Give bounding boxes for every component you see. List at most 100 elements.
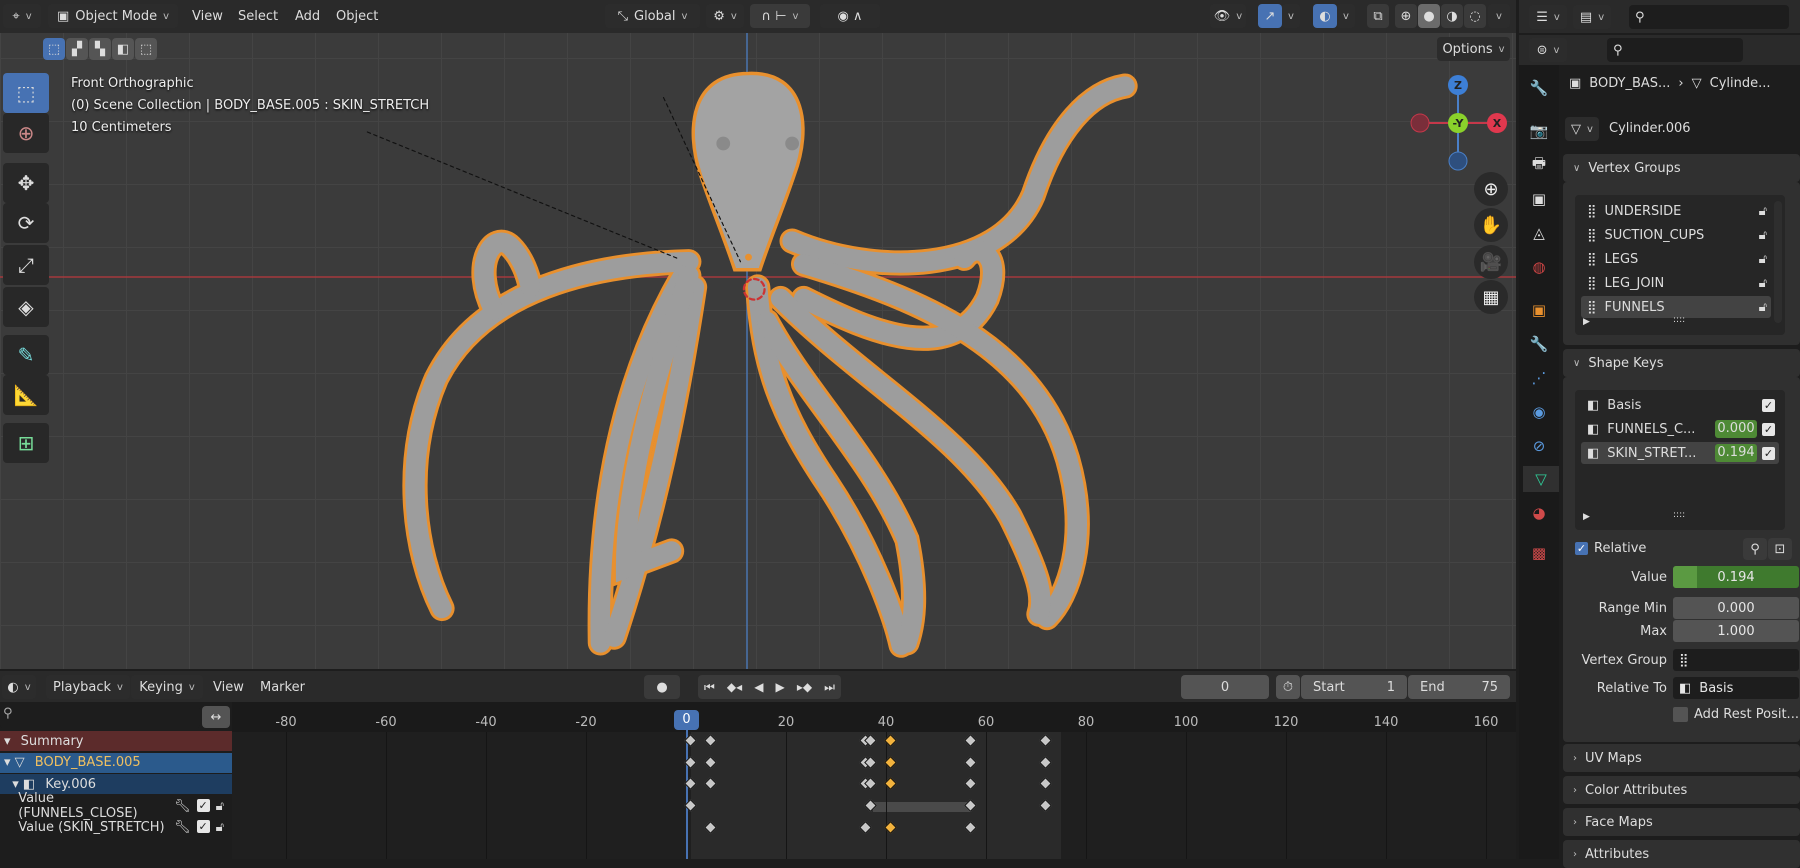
modifier-tab-icon[interactable]: 🔧: [1525, 331, 1553, 357]
properties-editor-type[interactable]: ⊜ v: [1529, 38, 1567, 62]
outliner-search[interactable]: ⚲: [1629, 5, 1789, 29]
range-min-field[interactable]: 0.000: [1673, 597, 1799, 619]
particles-tab-icon[interactable]: ⋰: [1525, 365, 1553, 391]
resize-handle[interactable]: ::::: [1673, 315, 1685, 325]
shading-material[interactable]: ◑: [1441, 4, 1463, 28]
dopesheet-area[interactable]: -80 -60 -40 -20 0 20 40 60 80 100 120 140 160: [232, 702, 1516, 859]
shading-dropdown[interactable]: v: [1488, 4, 1510, 28]
mesh-name-field[interactable]: Cylinder.006: [1601, 117, 1800, 141]
object-tab-icon[interactable]: ▣: [1525, 297, 1553, 323]
xray-toggle[interactable]: ⧉: [1367, 4, 1389, 28]
resize-handle[interactable]: ::::: [1673, 510, 1685, 520]
next-keyframe-icon[interactable]: ▸◆: [797, 680, 812, 694]
zoom-icon[interactable]: ⊕: [1474, 172, 1508, 206]
menu-view[interactable]: View: [192, 9, 223, 24]
jump-end-icon[interactable]: ⏭: [824, 680, 835, 695]
camera-icon[interactable]: 🎥: [1474, 245, 1508, 279]
shape-key-value[interactable]: 0.194: [1715, 444, 1757, 462]
expand-icon[interactable]: ▶: [1583, 512, 1590, 522]
keying-menu[interactable]: Keying v: [131, 675, 203, 699]
gizmo-y-axis[interactable]: -Y: [1448, 113, 1468, 133]
value-slider[interactable]: 0.194: [1673, 566, 1799, 588]
data-tab-icon[interactable]: ▽: [1523, 466, 1559, 492]
start-frame-field[interactable]: Start 1: [1301, 675, 1407, 699]
lock-icon[interactable]: 🔓︎: [1759, 276, 1771, 291]
select-subtract-icon[interactable]: ▚: [89, 38, 111, 60]
channel-enable-checkbox[interactable]: ✓: [196, 820, 210, 834]
mesh-browse-button[interactable]: ▽ v: [1565, 117, 1599, 141]
use-preview-range-icon[interactable]: ⏱: [1276, 675, 1300, 699]
proportional-edit-toggle[interactable]: ◉ ∧: [820, 4, 880, 28]
render-tab-icon[interactable]: 📷: [1525, 118, 1553, 144]
channel-enable-checkbox[interactable]: ✓: [196, 798, 210, 812]
outliner-display-mode[interactable]: ☰ v: [1529, 5, 1567, 29]
material-tab-icon[interactable]: ◕: [1525, 500, 1553, 526]
swap-channels-button[interactable]: ↔: [202, 706, 230, 728]
playhead-line[interactable]: [686, 730, 688, 859]
transform-icon[interactable]: ◈: [3, 287, 49, 327]
shape-key-item[interactable]: ◧ FUNNELS_C... 0.000 ✓: [1581, 418, 1779, 440]
overlays-toggle[interactable]: ◐: [1313, 4, 1337, 28]
edit-mode-button[interactable]: ⊡: [1768, 538, 1792, 560]
prev-keyframe-icon[interactable]: ◆◂: [727, 680, 742, 694]
channel-row[interactable]: ▾ Summary: [0, 731, 232, 751]
measure-icon[interactable]: 📐: [3, 375, 49, 415]
channel-row[interactable]: ▾ ▽ BODY_BASE.005: [0, 752, 232, 773]
gizmo-x-axis[interactable]: X: [1487, 113, 1507, 133]
shape-key-mute-checkbox[interactable]: ✓: [1762, 422, 1775, 436]
vertex-group-item[interactable]: ⣿ SUCTION_CUPS 🔓︎: [1581, 224, 1771, 246]
relative-to-field[interactable]: ◧ Basis: [1673, 677, 1799, 699]
snap-toggle[interactable]: ∩ ⊢ v: [750, 4, 810, 28]
lock-icon[interactable]: 🔓︎: [1759, 300, 1771, 315]
shape-key-value[interactable]: 0.000: [1715, 420, 1757, 438]
view-layer-tab-icon[interactable]: ▣: [1525, 186, 1553, 212]
modifier-wrench-icon[interactable]: 🔧︎: [174, 820, 191, 835]
lock-icon[interactable]: 🔓︎: [1759, 204, 1771, 219]
overlays-dropdown[interactable]: v: [1337, 4, 1355, 28]
texture-tab-icon[interactable]: ▩: [1525, 540, 1553, 566]
gizmo-z-axis[interactable]: Z: [1448, 75, 1468, 95]
tool-tab-icon[interactable]: 🔧: [1525, 75, 1553, 101]
panel-header-collapsed[interactable]: › UV Maps: [1563, 744, 1800, 772]
3d-viewport[interactable]: ⬚ ▞ ▚ ◧ ⬚ Options v Front Orthographic (0…: [0, 33, 1516, 669]
lock-icon[interactable]: 🔓︎: [216, 799, 224, 814]
select-box-icon[interactable]: ⬚: [3, 73, 49, 113]
relative-checkbox[interactable]: ✓ Relative: [1575, 541, 1646, 556]
cursor-icon[interactable]: ⊕: [3, 113, 49, 153]
rotate-icon[interactable]: ⟳: [3, 203, 49, 243]
expand-icon[interactable]: ▶: [1583, 317, 1590, 327]
lock-icon[interactable]: 🔓︎: [1759, 228, 1771, 243]
shape-keys-header[interactable]: ∨ Shape Keys: [1563, 349, 1800, 377]
gizmo-dropdown[interactable]: v: [1282, 4, 1300, 28]
outliner-filter-mode[interactable]: ▤ v: [1573, 5, 1611, 29]
lock-icon[interactable]: 🔓︎: [1759, 252, 1771, 267]
max-field[interactable]: 1.000: [1673, 620, 1799, 642]
modifier-wrench-icon[interactable]: 🔧︎: [174, 799, 191, 814]
shape-key-mute-checkbox[interactable]: ✓: [1762, 446, 1775, 460]
select-extend-icon[interactable]: ▞: [66, 38, 88, 60]
add-cube-icon[interactable]: ⊞: [3, 423, 49, 463]
end-frame-field[interactable]: End 75: [1408, 675, 1510, 699]
current-frame-indicator[interactable]: 0: [674, 710, 699, 730]
channel-row[interactable]: Value (FUNNELS_CLOSE) 🔧︎ ✓ 🔓︎: [0, 791, 232, 821]
vertex-group-item[interactable]: ⣿ LEG_JOIN 🔓︎: [1581, 272, 1771, 294]
editor-type-button[interactable]: ⌖ v: [3, 4, 41, 28]
vertex-group-item[interactable]: ⣿ UNDERSIDE 🔓︎: [1581, 200, 1771, 222]
move-icon[interactable]: ✥: [3, 163, 49, 203]
jump-start-icon[interactable]: ⏮: [704, 680, 715, 695]
vertex-groups-header[interactable]: ∨ Vertex Groups: [1563, 154, 1800, 182]
shading-wireframe[interactable]: ⊕: [1395, 4, 1417, 28]
physics-tab-icon[interactable]: ◉: [1525, 399, 1553, 425]
timeline-menu-marker[interactable]: Marker: [260, 680, 305, 695]
timeline-menu-view[interactable]: View: [213, 680, 244, 695]
add-rest-position-checkbox[interactable]: Add Rest Posit...: [1673, 707, 1799, 722]
list-scrollbar[interactable]: [1774, 201, 1782, 323]
world-tab-icon[interactable]: ◍: [1525, 254, 1553, 280]
shape-key-item[interactable]: ◧ Basis ✓: [1581, 394, 1779, 416]
properties-search[interactable]: ⚲: [1607, 38, 1743, 62]
panel-header-collapsed[interactable]: › Face Maps: [1563, 808, 1800, 836]
select-intersect-icon[interactable]: ⬚: [135, 38, 157, 60]
mode-dropdown[interactable]: ▣ Object Mode v: [48, 4, 178, 28]
gizmo-toggle[interactable]: ↗: [1258, 4, 1282, 28]
annotate-icon[interactable]: ✎: [3, 335, 49, 375]
